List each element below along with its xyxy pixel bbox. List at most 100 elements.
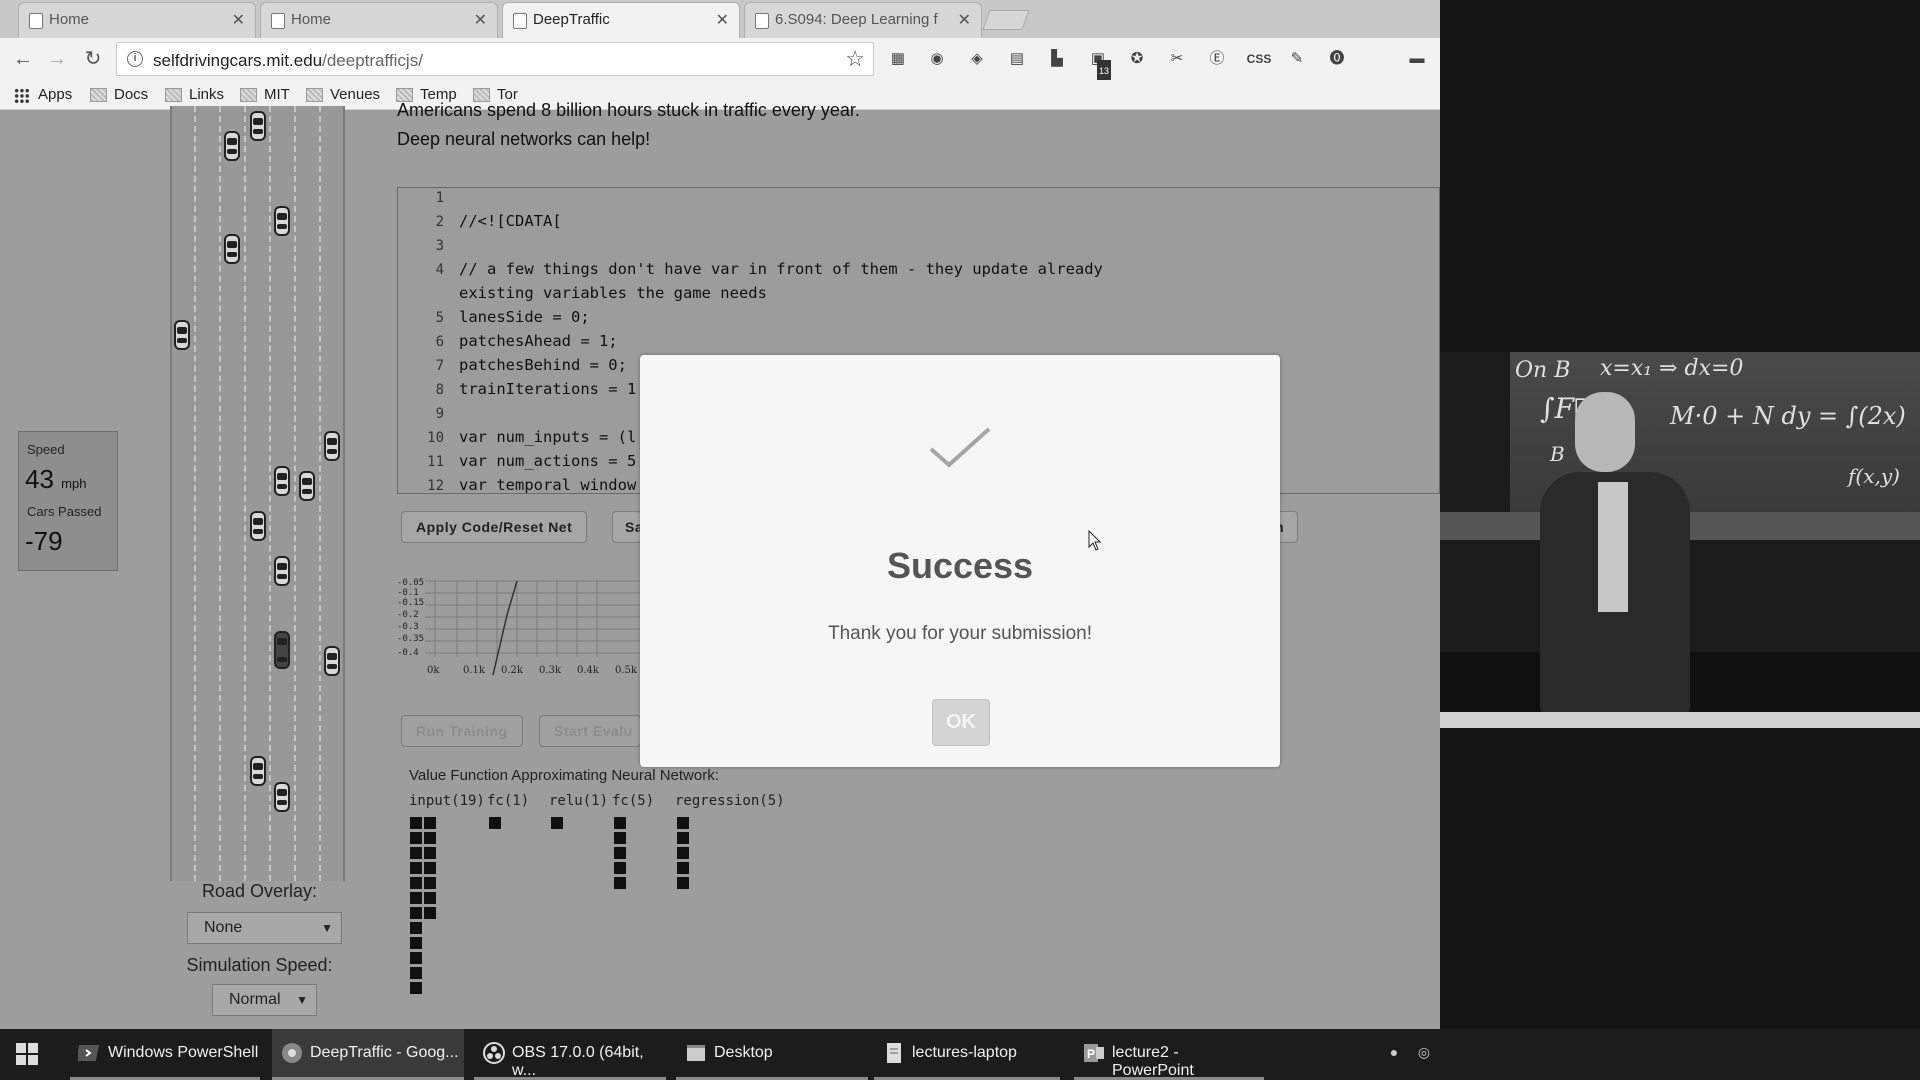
extension-css-icon[interactable]: CSS [1244, 48, 1274, 70]
neuron [410, 982, 422, 994]
line-number: 6 [435, 334, 444, 350]
taskbar-item-desktop[interactable]: Desktop [676, 1029, 868, 1080]
y-tick: -0.15 [397, 598, 424, 608]
tab-deeptraffic[interactable]: DeepTraffic ✕ [502, 2, 740, 38]
reload-icon[interactable]: ↻ [80, 46, 106, 72]
car [324, 431, 340, 461]
extension-icon-2[interactable]: ◉ [926, 48, 948, 70]
tab-home-2[interactable]: Home ✕ [260, 2, 498, 38]
success-dialog: Success Thank you for your submission! O… [640, 355, 1280, 767]
screen: Home ✕ Home ✕ DeepTraffic ✕ 6.S094: Deep… [0, 0, 1920, 1080]
back-icon[interactable]: ← [10, 46, 36, 72]
menu-icon[interactable]: ▬ [1406, 48, 1428, 70]
neuron [677, 877, 689, 889]
car [224, 234, 240, 264]
bookmark-mit[interactable]: MIT [240, 84, 290, 106]
bookmark-label: Apps [38, 86, 73, 103]
bookmark-apps[interactable]: Apps [14, 84, 72, 106]
taskbar-item-lectures-laptop[interactable]: lectures-laptop [874, 1029, 1060, 1080]
taskbar-item-chrome[interactable]: DeepTraffic - Goog... [272, 1029, 464, 1080]
close-tab-icon[interactable]: ✕ [716, 10, 729, 30]
y-tick: -0.4 [397, 648, 419, 658]
code-text: //<![CDATA[ [459, 212, 562, 230]
forward-icon[interactable]: → [44, 46, 70, 72]
neuron [551, 817, 563, 829]
bookmark-links[interactable]: Links [165, 84, 224, 106]
folder-icon [240, 88, 257, 102]
neuron [410, 907, 422, 919]
x-tick: 0.5k [615, 665, 638, 676]
tab-course[interactable]: 6.S094: Deep Learning f ✕ [744, 2, 982, 38]
apply-code-button[interactable]: Apply Code/Reset Net [401, 511, 588, 543]
extension-chart-icon[interactable]: ▙ [1046, 48, 1068, 70]
taskbar-label: OBS 17.0.0 (64bit, w... [512, 1044, 644, 1079]
taskbar-item-obs[interactable]: OBS 17.0.0 (64bit, w... [474, 1029, 666, 1080]
tab-home-1[interactable]: Home ✕ [18, 2, 256, 38]
folder-icon [306, 88, 323, 102]
bookmark-venues[interactable]: Venues [306, 84, 380, 106]
close-tab-icon[interactable]: ✕ [958, 10, 971, 30]
tab-title: Home [291, 11, 332, 28]
extension-icon-11[interactable]: ⓿ [1326, 48, 1348, 70]
x-tick: 0.1k [463, 665, 486, 676]
windows-start-icon[interactable] [16, 1043, 38, 1065]
ok-button[interactable]: OK [932, 699, 990, 746]
y-tick: -0.2 [397, 610, 419, 620]
save-button[interactable]: Sa [612, 511, 643, 543]
highway-simulation[interactable] [170, 106, 345, 881]
car [224, 131, 240, 161]
extension-badge-icon[interactable]: ▣ 13 [1087, 48, 1112, 82]
layer-label-regression: regression(5) [675, 793, 785, 809]
extension-icon-6[interactable]: ✪ [1126, 48, 1148, 70]
bookmark-docs[interactable]: Docs [90, 84, 148, 106]
floor [1440, 712, 1920, 728]
extension-edit-icon[interactable]: ✎ [1286, 48, 1308, 70]
line-number: 9 [435, 406, 444, 422]
bookmark-star-icon[interactable]: ☆ [845, 46, 865, 72]
notification-icon[interactable]: ● [1384, 1044, 1404, 1064]
layer-label-fc5: fc(5) [612, 793, 655, 809]
neuron [410, 892, 422, 904]
taskbar-item-powerpoint[interactable]: P lecture2 - PowerPoint [1074, 1029, 1264, 1080]
taskbar-label: lectures-laptop [912, 1044, 1017, 1061]
close-tab-icon[interactable]: ✕ [474, 10, 487, 30]
extension-icon-4[interactable]: ▤ [1006, 48, 1028, 70]
simulation-speed-select[interactable]: Normal ▼ [212, 984, 317, 1016]
info-icon[interactable]: i [127, 51, 143, 67]
neuron [410, 832, 422, 844]
neuron [489, 817, 501, 829]
ego-car [274, 631, 290, 669]
speed-unit: mph [61, 476, 87, 491]
extension-icon-8[interactable]: Ⓔ [1206, 48, 1228, 70]
extension-scissors-icon[interactable]: ✂ [1166, 48, 1188, 70]
line-number: 11 [427, 454, 444, 470]
windows-taskbar: Windows PowerShell DeepTraffic - Goog...… [0, 1029, 1920, 1080]
lecture-camera-feed: On B x=x₁ ⇒ dx=0 ∫F⃗ d M·0 + N dy = ∫(2x… [1440, 352, 1920, 728]
neuron [614, 832, 626, 844]
taskbar-label: lecture2 - PowerPoint [1112, 1044, 1194, 1079]
bookmark-label: Venues [330, 86, 381, 103]
run-training-button[interactable]: Run Training [401, 715, 523, 747]
dialog-message: Thank you for your submission! [827, 623, 1092, 644]
new-tab-button[interactable] [982, 10, 1030, 30]
code-text: var temporal_window [459, 476, 637, 494]
folder-icon [90, 88, 107, 102]
road-overlay-select[interactable]: None ▼ [187, 912, 342, 944]
neuron [424, 847, 436, 859]
neuron [614, 862, 626, 874]
y-tick: -0.35 [397, 634, 424, 644]
bookmark-label: MIT [264, 86, 290, 103]
extension-icon-1[interactable]: ▦ [887, 48, 909, 70]
x-tick: 0.2k [501, 665, 524, 676]
start-evaluation-button[interactable]: Start Evalu [539, 715, 641, 747]
y-tick: -0.05 [397, 578, 424, 588]
address-bar[interactable]: i selfdrivingcars.mit.edu/deeptrafficjs/… [116, 42, 874, 76]
lane-divider [269, 106, 271, 881]
close-tab-icon[interactable]: ✕ [232, 10, 245, 30]
taskbar-item-powershell[interactable]: Windows PowerShell [70, 1029, 260, 1080]
network-icon[interactable]: ◎ [1414, 1044, 1434, 1064]
code-text: var num_inputs = (l [459, 428, 637, 446]
neuron [410, 862, 422, 874]
document-icon [887, 1043, 901, 1063]
extension-icon-3[interactable]: ◈ [966, 48, 988, 70]
